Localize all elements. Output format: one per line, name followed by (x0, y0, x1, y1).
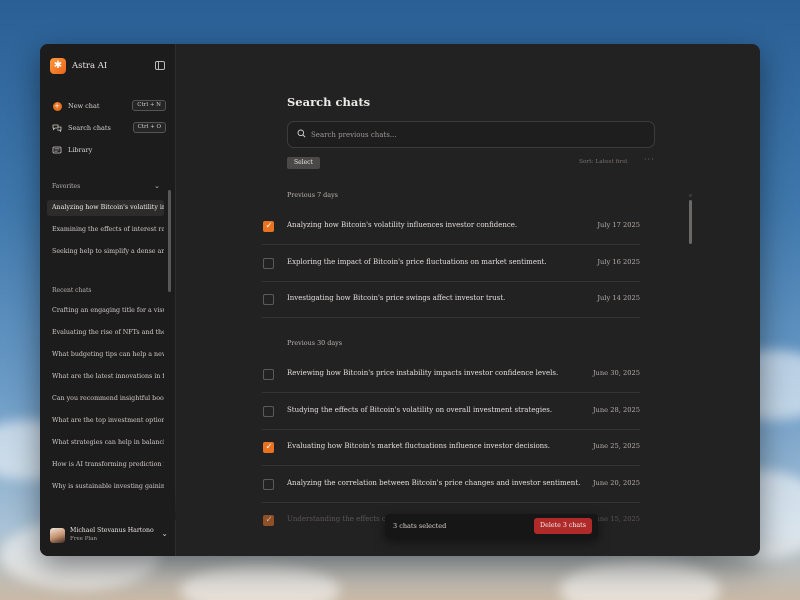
delete-chats-button[interactable]: Delete 3 chats (534, 518, 592, 534)
recent-chats-label: Recent chats (52, 287, 92, 294)
favorites-label: Favorites (52, 183, 81, 190)
user-name: Michael Stevanus Hartono (70, 527, 154, 534)
chat-date: June 15, 2025 (592, 515, 640, 523)
chat-row[interactable]: Investigating how Bitcoin's price swings… (262, 281, 640, 318)
recent-chat-item[interactable]: What are the top investment options toda… (47, 413, 164, 429)
app-name: Astra AI (72, 61, 108, 71)
sidebar-fade (40, 490, 176, 520)
chat-date: June 28, 2025 (592, 406, 640, 414)
search-input[interactable] (311, 130, 631, 139)
plus-circle-icon: + (52, 101, 62, 111)
chat-title: Investigating how Bitcoin's price swings… (287, 294, 506, 302)
recent-chat-item[interactable]: Can you recommend insightful books on fi… (47, 391, 164, 407)
chat-row[interactable]: Analyzing the correlation between Bitcoi… (262, 466, 640, 503)
chat-title: Studying the effects of Bitcoin's volati… (287, 406, 553, 414)
favorite-item[interactable]: Seeking help to simplify a dense analysi… (47, 244, 164, 260)
chat-date: June 25, 2025 (592, 442, 640, 450)
avatar (50, 527, 65, 543)
more-options-icon[interactable]: ··· (644, 155, 655, 164)
list-scrollbar[interactable] (689, 200, 692, 244)
row-checkbox[interactable] (263, 258, 274, 269)
recent-chat-item[interactable]: What are the latest innovations in finte… (47, 369, 164, 385)
chat-row[interactable]: Studying the effects of Bitcoin's volati… (262, 393, 640, 430)
chat-title: Evaluating how Bitcoin's market fluctuat… (287, 442, 550, 450)
row-checkbox[interactable] (263, 406, 274, 417)
search-bar[interactable] (287, 121, 655, 148)
nav-search-chats-label: Search chats (68, 124, 111, 132)
row-checkbox[interactable] (263, 515, 274, 526)
nav-new-chat-label: New chat (68, 102, 100, 110)
recent-chats-header[interactable]: Recent chats (52, 287, 160, 294)
row-checkbox[interactable] (263, 479, 274, 490)
cloud-decoration (180, 565, 340, 600)
search-chats-shortcut: Ctrl + O (132, 122, 166, 133)
nav-new-chat[interactable]: + New chat Ctrl + N (52, 99, 166, 113)
recent-chat-item[interactable]: Crafting an engaging title for a visual … (47, 303, 164, 319)
recent-chat-item[interactable]: What strategies can help in balancing a … (47, 435, 164, 451)
new-chat-shortcut: Ctrl + N (132, 100, 166, 111)
search-icon (297, 129, 306, 141)
favorite-item[interactable]: Analyzing how Bitcoin's volatility influ… (47, 200, 164, 216)
chat-row[interactable]: Exploring the impact of Bitcoin's price … (262, 245, 640, 282)
chat-title: Exploring the impact of Bitcoin's price … (287, 258, 547, 266)
favorites-header[interactable]: Favorites ⌄ (52, 182, 160, 190)
nav-library-label: Library (68, 146, 93, 154)
row-checkbox[interactable] (263, 221, 274, 232)
chat-date: June 30, 2025 (592, 369, 640, 377)
selected-count: 3 chats selected (393, 522, 447, 530)
row-checkbox[interactable] (263, 369, 274, 380)
sidebar-toggle-icon[interactable] (155, 61, 165, 70)
user-profile[interactable]: Michael Stevanus Hartono Free Plan ⌄ (50, 525, 168, 545)
sort-dropdown[interactable]: Sort: Latest first (579, 159, 628, 165)
group-label: Previous 30 days (287, 339, 343, 347)
app-window: ✱ Astra AI + New chat Ctrl + N Search ch… (40, 44, 760, 556)
chat-row[interactable]: Analyzing how Bitcoin's volatility influ… (262, 208, 640, 245)
nav-search-chats[interactable]: Search chats Ctrl + O (52, 121, 166, 135)
nav-library[interactable]: Library (52, 143, 166, 157)
library-icon (52, 145, 62, 155)
user-plan: Free Plan (70, 536, 97, 542)
chevron-down-icon: ⌄ (161, 529, 168, 538)
sidebar-scrollbar[interactable] (168, 190, 171, 292)
page-title: Search chats (287, 95, 371, 109)
select-button[interactable]: Select (287, 157, 320, 169)
sidebar-scroll-up-icon[interactable] (168, 184, 171, 188)
chat-date: July 14 2025 (597, 294, 640, 302)
chat-date: July 16 2025 (597, 258, 640, 266)
list-scroll-up-icon[interactable] (689, 194, 692, 197)
search-chats-panel: Search chats Select Sort: Latest first ·… (177, 44, 760, 556)
recent-chat-item[interactable]: What budgeting tips can help a new inves… (47, 347, 164, 363)
chevron-down-icon: ⌄ (154, 182, 160, 190)
chat-date: July 17 2025 (597, 221, 640, 229)
row-checkbox[interactable] (263, 442, 274, 453)
cloud-decoration (560, 560, 720, 600)
chat-title: Analyzing how Bitcoin's volatility influ… (287, 221, 518, 229)
group-label: Previous 7 days (287, 191, 338, 199)
chat-row[interactable]: Reviewing how Bitcoin's price instabilit… (262, 356, 640, 393)
chat-row[interactable]: Evaluating how Bitcoin's market fluctuat… (262, 429, 640, 466)
chat-bubbles-icon (52, 123, 62, 133)
chat-title: Analyzing the correlation between Bitcoi… (287, 479, 581, 487)
selection-action-bar: 3 chats selected Delete 3 chats (385, 514, 598, 538)
sidebar: ✱ Astra AI + New chat Ctrl + N Search ch… (40, 44, 176, 556)
recent-chat-item[interactable]: How is AI transforming prediction market… (47, 457, 164, 473)
chat-date: June 20, 2025 (592, 479, 640, 487)
recent-chat-item[interactable]: Evaluating the rise of NFTs and their va… (47, 325, 164, 341)
brand: ✱ Astra AI (50, 58, 107, 74)
favorite-item[interactable]: Examining the effects of interest rates … (47, 222, 164, 238)
asterisk-logo-icon: ✱ (50, 58, 66, 74)
row-checkbox[interactable] (263, 294, 274, 305)
chat-title: Reviewing how Bitcoin's price instabilit… (287, 369, 559, 377)
